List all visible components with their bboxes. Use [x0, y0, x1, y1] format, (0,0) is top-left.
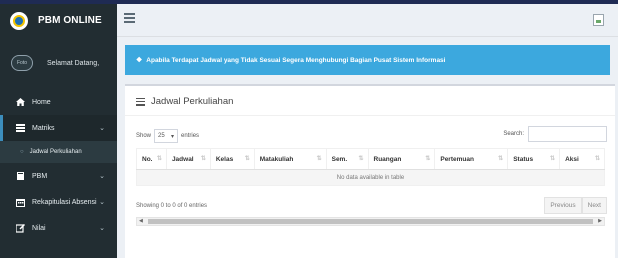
pagination: Previous Next — [544, 197, 607, 214]
sort-icon: ⇅ — [594, 156, 600, 162]
search-label: Search: — [503, 131, 524, 137]
chevron-down-icon: ⌄ — [99, 199, 105, 206]
entries-select[interactable]: 25 ▾ — [154, 129, 179, 143]
next-button[interactable]: Next — [581, 197, 607, 214]
sort-icon: ⇅ — [498, 156, 504, 162]
chevron-down-icon: ▾ — [171, 133, 175, 140]
sidebar-item-rekapitulasi-absensi[interactable]: Rekapitulasi Absensi ⌄ — [0, 189, 117, 215]
column-header-ruangan[interactable]: Ruangan ⇅ — [367, 148, 436, 170]
logo-icon — [10, 11, 28, 30]
sort-icon: ⇅ — [244, 156, 250, 162]
hamburger-menu-icon[interactable] — [124, 13, 135, 23]
sort-icon: ⇅ — [550, 156, 556, 162]
box-header: Jadwal Perkuliahan — [136, 96, 233, 107]
show-label: Show — [136, 133, 152, 139]
sidebar-item-matriks[interactable]: Matriks ⌄ — [0, 115, 117, 141]
book-icon — [14, 172, 26, 180]
top-navbar — [117, 4, 618, 37]
edit-icon — [14, 223, 26, 233]
scroll-left-icon[interactable]: ◀ — [139, 218, 143, 224]
calendar-icon — [14, 198, 26, 207]
sidebar-subitem-jadwal-perkuliahan[interactable]: ○ Jadwal Perkuliahan — [0, 141, 117, 163]
divider — [125, 115, 615, 116]
empty-table-message: No data available in table — [136, 169, 605, 186]
entries-select-value: 25 — [158, 133, 165, 139]
column-header-status[interactable]: Status ⇅ — [507, 148, 561, 170]
chevron-down-icon: ⌄ — [99, 173, 105, 180]
sort-icon: ⇅ — [316, 156, 322, 162]
main-content: ❖ Apabila Terdapat Jadwal yang Tidak Ses… — [117, 37, 618, 258]
list-icon — [136, 97, 145, 106]
sort-icon: ⇅ — [425, 156, 431, 162]
brand[interactable]: PBM ONLINE — [0, 4, 117, 37]
table-header-row: No. ⇅ Jadwal ⇅ Kelas ⇅ Matakuliah ⇅ Sem. ⇅ Ru… — [136, 148, 605, 170]
sidebar: PBM ONLINE Foto Selamat Datang, Home Mat… — [0, 4, 117, 258]
scroll-right-icon[interactable]: ▶ — [598, 218, 602, 224]
schedule-table: No. ⇅ Jadwal ⇅ Kelas ⇅ Matakuliah ⇅ Sem. ⇅ Ru… — [136, 148, 605, 186]
sort-icon: ⇅ — [156, 156, 162, 162]
sidebar-item-label: Matriks — [32, 124, 55, 132]
chevron-down-icon: ⌄ — [99, 225, 105, 232]
column-header-matakuliah[interactable]: Matakuliah ⇅ — [253, 148, 327, 170]
length-control: Show 25 ▾ entries — [136, 129, 199, 143]
sidebar-item-label: Nilai — [32, 224, 46, 232]
column-header-sem[interactable]: Sem. ⇅ — [325, 148, 369, 170]
entries-label: entries — [181, 133, 200, 139]
chevron-down-icon: ⌄ — [99, 125, 105, 132]
table-row: No data available in table — [136, 169, 605, 186]
sidebar-item-label: Home — [32, 98, 51, 106]
user-panel: Foto Selamat Datang, — [0, 37, 117, 89]
column-header-jadwal[interactable]: Jadwal ⇅ — [165, 148, 211, 170]
user-avatar: Foto — [11, 55, 33, 71]
column-header-aksi[interactable]: Aksi ⇅ — [559, 148, 605, 170]
search-input[interactable] — [528, 126, 607, 142]
sidebar-item-nilai[interactable]: Nilai ⌄ — [0, 215, 117, 241]
column-header-kelas[interactable]: Kelas ⇅ — [209, 148, 255, 170]
info-icon: ❖ — [136, 57, 143, 64]
sidebar-subitem-label: Jadwal Perkuliahan — [29, 149, 82, 155]
table-info: Showing 0 to 0 of 0 entries — [136, 203, 208, 209]
alert-message: Apabila Terdapat Jadwal yang Tidak Sesua… — [146, 56, 446, 64]
jadwal-box: Jadwal Perkuliahan Show 25 ▾ entries Sea… — [125, 84, 615, 258]
list-icon — [14, 124, 26, 132]
column-header-pertemuan[interactable]: Pertemuan ⇅ — [434, 148, 509, 170]
circle-icon: ○ — [20, 149, 24, 155]
info-alert: ❖ Apabila Terdapat Jadwal yang Tidak Ses… — [125, 45, 610, 75]
column-header-no[interactable]: No. ⇅ — [136, 148, 167, 170]
previous-button[interactable]: Previous — [544, 197, 582, 214]
sidebar-item-pbm[interactable]: PBM ⌄ — [0, 163, 117, 189]
sort-icon: ⇅ — [200, 156, 206, 162]
scrollbar-thumb[interactable] — [148, 219, 593, 224]
horizontal-scrollbar[interactable]: ◀ ▶ — [136, 217, 605, 226]
user-avatar-alt: Foto — [16, 60, 27, 66]
user-image-icon[interactable] — [593, 14, 604, 26]
home-icon — [14, 98, 26, 106]
brand-title: PBM ONLINE — [38, 15, 102, 26]
box-title: Jadwal Perkuliahan — [151, 96, 234, 107]
sidebar-item-label: PBM — [32, 172, 48, 180]
sidebar-item-label: Rekapitulasi Absensi — [32, 198, 97, 206]
sidebar-item-home[interactable]: Home — [0, 89, 117, 115]
sort-icon: ⇅ — [358, 156, 364, 162]
search-control: Search: — [503, 126, 607, 142]
user-greeting: Selamat Datang, — [47, 59, 100, 67]
